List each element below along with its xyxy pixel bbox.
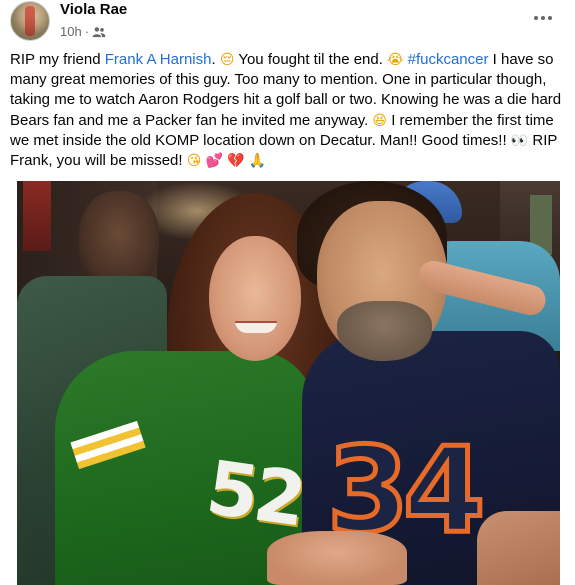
photo-hands <box>267 531 407 585</box>
more-horizontal-icon-dot <box>534 16 538 20</box>
praying-hands-emoji-icon: 🙏 <box>248 153 267 170</box>
friends-icon <box>92 26 106 37</box>
photo-man-arm <box>477 511 560 585</box>
more-horizontal-icon-dot <box>548 16 552 20</box>
post-message: RIP my friend Frank A Harnish. 😔 You fou… <box>10 50 567 171</box>
photo-woman-smile <box>235 321 277 333</box>
message-text: RIP my friend <box>10 51 105 68</box>
photo-man-beard <box>337 301 432 361</box>
photo-woman-face <box>209 236 301 361</box>
post-timestamp[interactable]: 10h <box>60 24 82 39</box>
more-horizontal-icon-dot <box>541 16 545 20</box>
message-text: You fought til the end. <box>234 51 388 68</box>
two-hearts-emoji-icon: 💕 <box>205 153 223 170</box>
photo-jersey-number-52: 52 <box>201 444 308 544</box>
author-avatar[interactable] <box>10 1 50 41</box>
laughing-face-emoji-icon: 😆 <box>372 112 388 129</box>
post-header: Viola Rae 10h · <box>0 0 575 44</box>
mention-link[interactable]: Frank A Harnish <box>105 51 212 68</box>
hashtag-link[interactable]: #fuckcancer <box>408 51 489 68</box>
kissing-face-emoji-icon: 😘 <box>186 153 202 170</box>
post-meta: 10h · <box>60 24 106 39</box>
meta-separator: · <box>84 24 90 39</box>
photo-bystander-head <box>79 191 159 286</box>
post-photo[interactable]: 52 34 <box>17 181 560 585</box>
broken-heart-emoji-icon: 💔 <box>227 153 245 170</box>
message-text: . <box>211 51 220 68</box>
photo-wall-banner <box>23 181 51 251</box>
pensive-face-emoji-icon: 😔 <box>219 52 235 68</box>
author-name-link[interactable]: Viola Rae <box>60 1 127 18</box>
more-options-button[interactable] <box>529 6 557 30</box>
crying-face-emoji-icon: 😭 <box>387 52 404 68</box>
eyes-emoji-icon: 👀 <box>510 132 529 149</box>
